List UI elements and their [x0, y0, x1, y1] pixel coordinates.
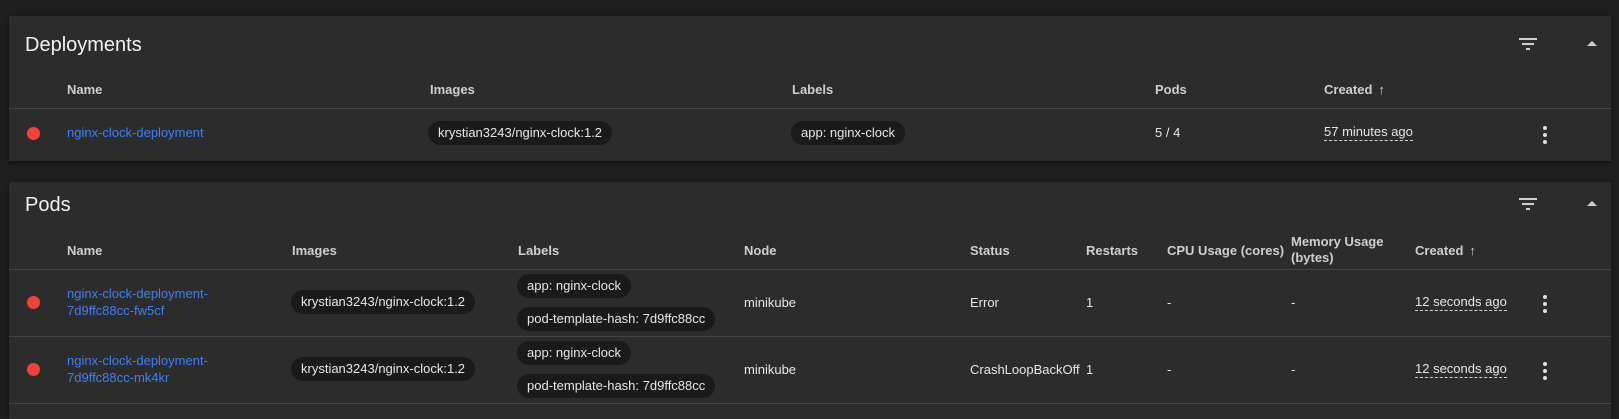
- pod-name-line2: 7d9ffc88cc-mk4kr: [67, 370, 170, 385]
- status-error-icon: [27, 127, 40, 140]
- status-error-icon: [27, 363, 40, 376]
- column-header-memory-line2: (bytes): [1291, 250, 1334, 265]
- header-divider: [9, 108, 1611, 109]
- column-header-cpu: CPU Usage (cores): [1167, 243, 1285, 258]
- deployments-title: Deployments: [25, 34, 142, 56]
- label-chip: pod-template-hash: 7d9ffc88cc: [517, 307, 716, 331]
- created-time: 12 seconds ago: [1415, 361, 1507, 378]
- row-divider: [9, 336, 1611, 337]
- label-chip: app: nginx-clock: [517, 341, 631, 365]
- column-header-labels: Labels: [518, 243, 560, 258]
- column-header-created[interactable]: Created ↑: [1415, 243, 1476, 259]
- column-header-images: Images: [292, 243, 337, 258]
- pod-name-link[interactable]: nginx-clock-deployment- 7d9ffc88cc-mk4kr: [67, 352, 208, 386]
- pod-status: Error: [970, 295, 999, 310]
- column-header-restarts[interactable]: Restarts: [1086, 243, 1138, 259]
- filter-list-icon[interactable]: [1516, 32, 1540, 56]
- memory-usage: -: [1291, 295, 1296, 310]
- more-vert-icon[interactable]: [1541, 293, 1549, 315]
- pods-card: Pods Name Images Labels Node Status Rest…: [9, 182, 1611, 419]
- column-header-node[interactable]: Node: [744, 243, 777, 259]
- column-header-created-label: Created: [1324, 82, 1373, 97]
- pod-name-line1: nginx-clock-deployment-: [67, 286, 208, 301]
- column-header-labels: Labels: [792, 82, 834, 97]
- node-name: minikube: [744, 362, 797, 377]
- arrow-up-icon[interactable]: [1580, 32, 1604, 56]
- column-header-status[interactable]: Status: [970, 243, 1010, 259]
- header-divider: [9, 269, 1611, 270]
- column-header-created-label: Created: [1415, 243, 1464, 258]
- pod-name-line1: nginx-clock-deployment-: [67, 353, 208, 368]
- image-chip: krystian3243/nginx-clock:1.2: [428, 121, 613, 145]
- memory-usage: -: [1291, 362, 1296, 377]
- column-header-images: Images: [430, 82, 475, 97]
- row-divider: [9, 403, 1611, 404]
- pods-title: Pods: [25, 194, 71, 216]
- restart-count: 1: [1086, 362, 1094, 377]
- filter-list-icon[interactable]: [1516, 192, 1540, 216]
- image-chip: krystian3243/nginx-clock:1.2: [291, 290, 476, 314]
- label-chip: app: nginx-clock: [791, 121, 905, 145]
- cpu-usage: -: [1167, 362, 1172, 377]
- label-chip: app: nginx-clock: [517, 274, 631, 298]
- restart-count: 1: [1086, 295, 1094, 310]
- created-time: 57 minutes ago: [1324, 124, 1413, 141]
- cpu-usage: -: [1167, 295, 1172, 310]
- sort-arrow-up-icon[interactable]: ↑: [1469, 243, 1476, 258]
- column-header-memory-line1: Memory Usage: [1291, 234, 1384, 249]
- more-vert-icon[interactable]: [1541, 124, 1549, 146]
- label-chip: pod-template-hash: 7d9ffc88cc: [517, 374, 716, 398]
- pod-name-link[interactable]: nginx-clock-deployment- 7d9ffc88cc-fw5cf: [67, 285, 208, 319]
- pod-status: CrashLoopBackOff: [970, 362, 1080, 377]
- arrow-up-icon[interactable]: [1580, 192, 1604, 216]
- more-vert-icon[interactable]: [1541, 360, 1549, 382]
- column-header-name[interactable]: Name: [67, 243, 102, 259]
- created-time: 12 seconds ago: [1415, 294, 1507, 311]
- deployments-card: Deployments Name Images Labels Pods Crea…: [9, 16, 1611, 161]
- column-header-pods: Pods: [1155, 82, 1187, 97]
- pod-name-line2: 7d9ffc88cc-fw5cf: [67, 303, 165, 318]
- column-header-memory: Memory Usage (bytes): [1291, 234, 1383, 266]
- status-error-icon: [27, 296, 40, 309]
- deployment-name-link[interactable]: nginx-clock-deployment: [67, 124, 204, 141]
- pods-count: 5 / 4: [1155, 125, 1181, 140]
- sort-arrow-up-icon[interactable]: ↑: [1378, 82, 1385, 97]
- column-header-created[interactable]: Created ↑: [1324, 82, 1385, 98]
- column-header-name[interactable]: Name: [67, 82, 102, 98]
- node-name: minikube: [744, 295, 797, 310]
- image-chip: krystian3243/nginx-clock:1.2: [291, 357, 476, 381]
